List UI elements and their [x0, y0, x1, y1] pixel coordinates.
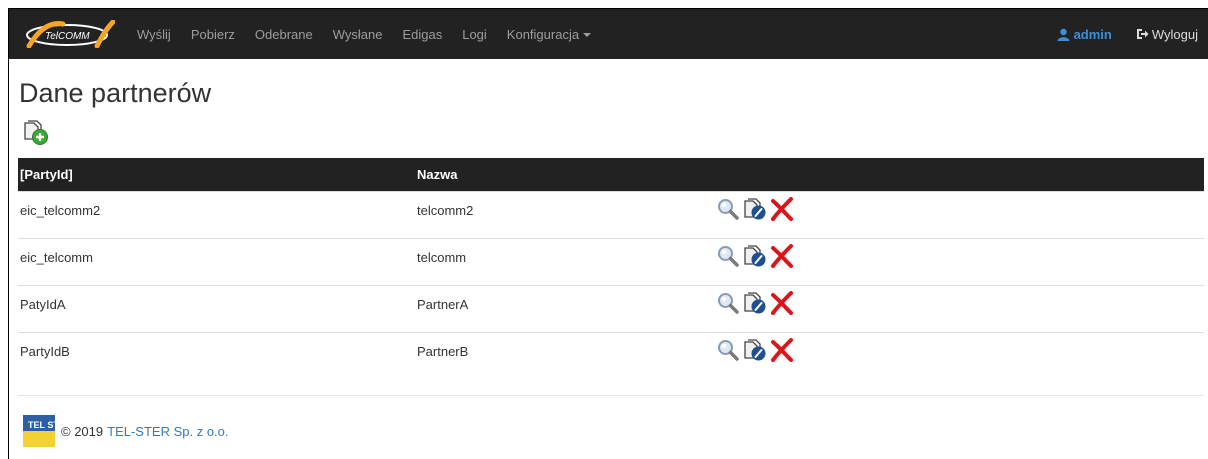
nav-konfiguracja-dropdown[interactable]: Konfiguracja — [506, 26, 592, 42]
delete-x-icon[interactable] — [770, 337, 794, 362]
table-row: eic_telcomm2 telcomm2 — [18, 190, 1204, 238]
view-magnifier-icon[interactable] — [716, 197, 740, 221]
delete-x-icon[interactable] — [770, 243, 794, 268]
company-link[interactable]: TEL-STER Sp. z o.o. — [107, 424, 228, 439]
cell-partyid: eic_telcomm2 — [18, 190, 415, 238]
cell-name: PartnerA — [415, 284, 714, 332]
page-title: Dane partnerów — [19, 78, 212, 108]
view-magnifier-icon[interactable] — [716, 338, 740, 362]
view-magnifier-icon[interactable] — [716, 244, 740, 268]
cell-name: telcomm — [415, 237, 714, 285]
edit-document-icon[interactable] — [743, 244, 767, 268]
table-header-row: [PartyId] Nazwa — [18, 158, 1204, 191]
edit-document-icon[interactable] — [743, 197, 767, 221]
column-header-actions — [714, 158, 1204, 191]
telcomm-logo[interactable]: TelCOMM — [23, 19, 116, 49]
cell-partyid: eic_telcomm — [18, 237, 415, 285]
user-icon — [1057, 28, 1070, 41]
cell-name: telcomm2 — [415, 190, 714, 238]
cell-actions — [714, 284, 1204, 332]
user-menu[interactable]: admin — [1057, 27, 1112, 42]
delete-x-icon[interactable] — [770, 196, 794, 221]
column-header-partyid[interactable]: [PartyId] — [18, 158, 415, 191]
nav-wyslane[interactable]: Wysłane — [333, 27, 383, 42]
telster-logo: TEL STER — [23, 415, 55, 447]
table-row: eic_telcomm telcomm — [18, 237, 1204, 285]
nav-pobierz[interactable]: Pobierz — [191, 27, 235, 42]
cell-name: PartnerB — [415, 331, 714, 379]
nav-konfiguracja-label: Konfiguracja — [506, 26, 580, 42]
page-frame: TelCOMM Wyślij Pobierz Odebrane Wysłane … — [8, 8, 1208, 459]
logout-label: Wyloguj — [1151, 26, 1198, 42]
partners-table: [PartyId] Nazwa eic_telcomm2 telcomm2 eic_… — [18, 158, 1204, 379]
svg-text:TEL STER: TEL STER — [28, 420, 55, 430]
footer: TEL STER © 2019 TEL-STER Sp. z o.o. — [23, 415, 229, 447]
chevron-down-icon — [583, 33, 592, 38]
edit-document-icon[interactable] — [743, 338, 767, 362]
view-magnifier-icon[interactable] — [716, 291, 740, 315]
logout-icon — [1136, 29, 1149, 39]
cell-actions — [714, 237, 1204, 285]
edit-document-icon[interactable] — [743, 291, 767, 315]
nav-edigas[interactable]: Edigas — [402, 27, 442, 42]
nav-wyslij[interactable]: Wyślij — [137, 27, 171, 42]
cell-partyid: PartyIdB — [18, 331, 415, 379]
add-partner-icon[interactable] — [23, 120, 49, 146]
delete-x-icon[interactable] — [770, 290, 794, 315]
table-row: PartyIdB PartnerB — [18, 331, 1204, 379]
table-row: PatyIdA PartnerA — [18, 284, 1204, 332]
nav-odebrane[interactable]: Odebrane — [255, 27, 313, 42]
cell-actions — [714, 190, 1204, 238]
logout-link[interactable]: Wyloguj — [1136, 27, 1198, 42]
footer-divider — [18, 395, 1204, 396]
navbar: TelCOMM Wyślij Pobierz Odebrane Wysłane … — [9, 9, 1208, 59]
svg-text:TelCOMM: TelCOMM — [45, 31, 90, 42]
cell-partyid: PatyIdA — [18, 284, 415, 332]
copyright-text: © 2019 — [61, 423, 104, 439]
cell-actions — [714, 331, 1204, 379]
nav-logi[interactable]: Logi — [462, 27, 487, 42]
user-name: admin — [1073, 26, 1112, 42]
nav-right: admin Wyloguj — [1057, 27, 1198, 42]
column-header-nazwa[interactable]: Nazwa — [415, 158, 714, 191]
nav-links: Wyślij Pobierz Odebrane Wysłane Edigas L… — [137, 27, 611, 42]
